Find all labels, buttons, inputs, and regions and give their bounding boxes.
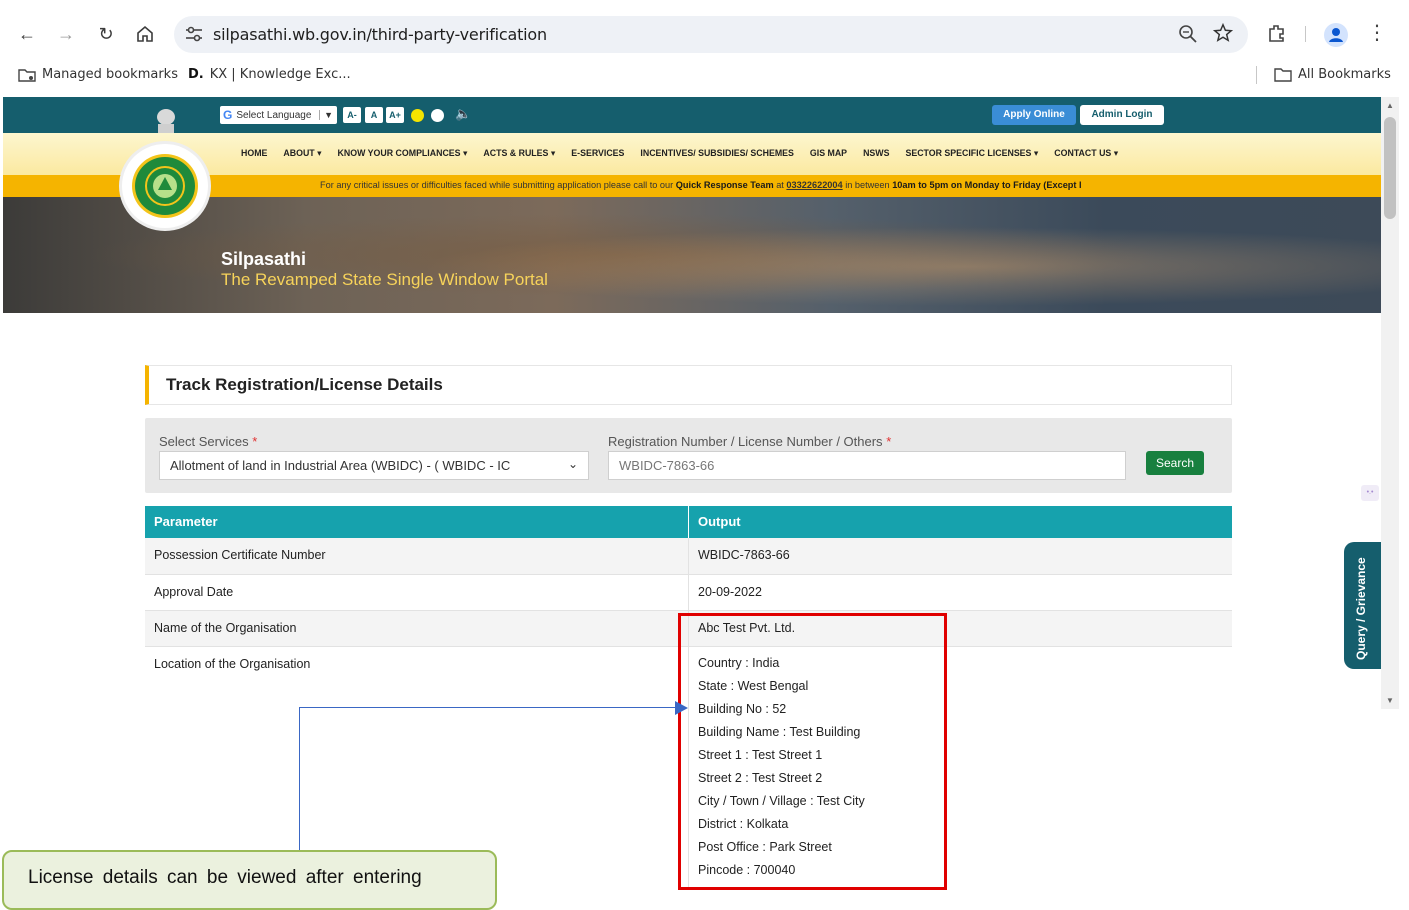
menu-acts-rules[interactable]: ACTS & RULES ▾ — [483, 148, 555, 159]
apply-online-button[interactable]: Apply Online — [992, 105, 1076, 125]
menu-nsws[interactable]: NSWS — [863, 148, 889, 159]
folder-icon — [1274, 67, 1292, 82]
managed-folder-icon — [18, 68, 36, 82]
bookmark-label: KX | Knowledge Exc... — [209, 67, 351, 82]
page-title: Track Registration/License Details — [166, 375, 443, 394]
back-arrow-icon[interactable]: ← — [15, 22, 39, 46]
scroll-up-icon[interactable]: ▲ — [1386, 101, 1394, 110]
logo-seal-icon — [132, 154, 198, 218]
white-contrast-toggle[interactable] — [431, 109, 444, 122]
header-parameter: Parameter — [145, 506, 689, 538]
menu-about[interactable]: ABOUT ▾ — [283, 148, 321, 159]
menu-contact-us[interactable]: CONTACT US ▾ — [1054, 148, 1118, 159]
search-button[interactable]: Search — [1146, 451, 1204, 475]
dropdown-arrow-icon: ▼ — [319, 110, 337, 120]
hero-subtitle: The Revamped State Single Window Portal — [221, 270, 548, 289]
language-selector-label: Select Language — [236, 109, 312, 121]
scroll-down-icon[interactable]: ▼ — [1386, 696, 1394, 705]
url-text[interactable]: silpasathi.wb.gov.in/third-party-verific… — [213, 25, 547, 44]
output-cell: WBIDC-7863-66 — [698, 548, 790, 562]
font-decrease-button[interactable]: A- — [343, 107, 361, 123]
zoom-icon[interactable] — [1178, 24, 1198, 44]
speaker-icon[interactable]: 🔈 — [455, 106, 471, 122]
section-header: Track Registration/License Details — [145, 365, 1232, 405]
page-scrollbar[interactable]: ▲ ▼ — [1381, 97, 1399, 709]
bookmarks-divider — [1256, 66, 1257, 84]
main-menu-bar: HOME ABOUT ▾ KNOW YOUR COMPLIANCES ▾ ACT… — [3, 133, 1381, 175]
arrow-right-icon — [675, 701, 688, 715]
chat-widget-icon[interactable]: •.• — [1361, 485, 1379, 501]
helpline-link[interactable]: 03322622004 — [786, 180, 842, 190]
select-services-value: Allotment of land in Industrial Area (WB… — [170, 458, 511, 473]
admin-login-button[interactable]: Admin Login — [1080, 105, 1164, 125]
all-bookmarks[interactable]: All Bookmarks — [1274, 67, 1391, 82]
language-selector[interactable]: G Select Language ▼ — [220, 106, 337, 124]
select-services-dropdown[interactable]: Allotment of land in Industrial Area (WB… — [159, 451, 589, 480]
reload-icon[interactable]: ↻ — [94, 22, 118, 46]
bookmark-label: Managed bookmarks — [42, 67, 178, 82]
hero-banner: Silpasathi The Revamped State Single Win… — [3, 197, 1381, 313]
notice-text: For any critical issues or difficulties … — [320, 180, 1082, 190]
select-services-label: Select Services * — [159, 434, 258, 449]
registration-number-input[interactable]: WBIDC-7863-66 — [608, 451, 1126, 480]
search-filter-panel: Select Services * Allotment of land in I… — [145, 418, 1232, 493]
site-info-icon[interactable] — [184, 25, 204, 43]
silpasathi-logo[interactable] — [119, 141, 211, 231]
query-grievance-tab[interactable]: Query / Grievance — [1344, 542, 1381, 669]
header-output: Output — [689, 506, 1232, 538]
profile-avatar-icon[interactable] — [1324, 23, 1348, 47]
callout-connector — [299, 707, 677, 708]
font-normal-button[interactable]: A — [365, 107, 383, 123]
bookmark-star-icon[interactable] — [1212, 22, 1234, 44]
highlight-box — [678, 613, 947, 890]
all-bookmarks-label: All Bookmarks — [1298, 67, 1391, 82]
param-cell: Approval Date — [145, 575, 689, 610]
home-icon[interactable] — [133, 22, 157, 46]
top-utility-bar: G Select Language ▼ A- A A+ 🔈 Apply Onli… — [3, 97, 1381, 133]
callout-connector — [299, 707, 300, 857]
menu-sector-specific-licenses[interactable]: SECTOR SPECIFIC LICENSES ▾ — [905, 148, 1038, 159]
web-page: G Select Language ▼ A- A A+ 🔈 Apply Onli… — [3, 97, 1381, 890]
browser-menu-icon[interactable]: ⋮ — [1367, 22, 1387, 46]
google-g-icon: G — [223, 108, 233, 122]
hero-title: Silpasathi — [221, 249, 307, 269]
chevron-down-icon: ⌄ — [567, 457, 578, 471]
menu-e-services[interactable]: E-SERVICES — [571, 148, 624, 159]
table-row: Approval Date 20-09-2022 — [145, 575, 1232, 611]
output-cell: 20-09-2022 — [698, 585, 762, 599]
kx-favicon: D. — [188, 67, 204, 82]
browser-chrome: ← → ↻ silpasathi.wb.gov.in/third-party-v… — [0, 0, 1409, 97]
menu-know-your-compliances[interactable]: KNOW YOUR COMPLIANCES ▾ — [338, 148, 468, 159]
font-increase-button[interactable]: A+ — [386, 107, 404, 123]
bookmarks-bar: Managed bookmarks D. KX | Knowledge Exc.… — [0, 62, 1409, 88]
bookmark-kx[interactable]: D. KX | Knowledge Exc... — [188, 67, 351, 82]
extensions-icon[interactable] — [1266, 22, 1288, 44]
callout-text: License details can be viewed after ente… — [28, 867, 422, 888]
menu-home[interactable]: HOME — [241, 148, 267, 159]
table-row: Possession Certificate Number WBIDC-7863… — [145, 538, 1232, 575]
toolbar-divider — [1305, 26, 1306, 42]
menu-incentives[interactable]: INCENTIVES/ SUBSIDIES/ SCHEMES — [640, 148, 794, 159]
annotation-callout: License details can be viewed after ente… — [2, 850, 497, 910]
menu-gis-map[interactable]: GIS MAP — [810, 148, 847, 159]
param-cell: Possession Certificate Number — [145, 538, 689, 574]
query-grievance-label: Query / Grievance — [1354, 557, 1368, 660]
bookmark-managed[interactable]: Managed bookmarks — [18, 67, 178, 82]
registration-number-label: Registration Number / License Number / O… — [608, 434, 892, 449]
address-bar[interactable]: silpasathi.wb.gov.in/third-party-verific… — [174, 16, 1248, 53]
main-menu: HOME ABOUT ▾ KNOW YOUR COMPLIANCES ▾ ACT… — [241, 148, 1134, 159]
scroll-thumb[interactable] — [1384, 117, 1396, 219]
forward-arrow-icon[interactable]: → — [54, 22, 78, 46]
yellow-contrast-toggle[interactable] — [411, 109, 424, 122]
param-cell: Name of the Organisation — [145, 611, 689, 646]
table-header-row: Parameter Output — [145, 506, 1232, 538]
